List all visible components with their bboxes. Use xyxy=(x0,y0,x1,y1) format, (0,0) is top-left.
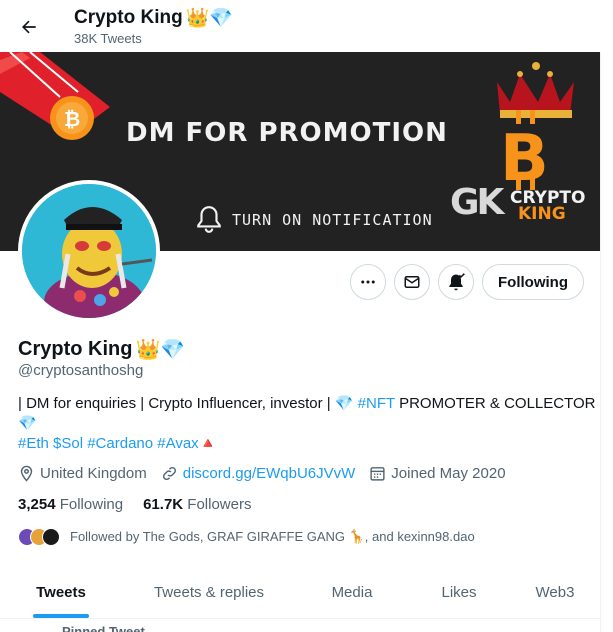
pinned-tweet-label: Pinned Tweet xyxy=(62,624,145,632)
link-icon xyxy=(162,466,176,481)
tab-label: Web3 xyxy=(535,583,575,601)
column-border xyxy=(600,0,601,632)
website-link[interactable]: discord.gg/EWqbU6JVvW xyxy=(183,465,356,482)
profile-name: Crypto King xyxy=(18,338,133,360)
profile-bio: | DM for enquiries | Crypto Influencer, … xyxy=(18,394,598,454)
tweet-count: 38K Tweets xyxy=(74,31,142,46)
arrow-left-icon xyxy=(22,20,36,34)
joined-text: Joined May 2020 xyxy=(391,465,506,482)
banner-notify-text: TURN ON NOTIFICATION xyxy=(232,211,433,229)
back-button[interactable] xyxy=(12,12,46,42)
website: discord.gg/EWqbU6JVvW xyxy=(161,465,356,482)
header-title: Crypto King xyxy=(74,7,183,28)
following-button[interactable]: Following xyxy=(482,264,584,300)
more-dots-icon xyxy=(361,280,375,284)
banner-notify: TURN ON NOTIFICATION xyxy=(196,205,433,235)
tab-label: Tweets & replies xyxy=(153,583,265,601)
tab-label: Tweets xyxy=(36,583,86,601)
envelope-icon xyxy=(404,276,420,288)
followers-count: 61.7K xyxy=(143,496,184,513)
tab-label: Media xyxy=(331,583,373,601)
avatar-art xyxy=(22,184,156,318)
bio-text-1: | DM for enquiries | Crypto Influencer, … xyxy=(18,395,358,412)
bio-hashtags[interactable]: #Eth $Sol #Cardano #Avax xyxy=(18,435,199,452)
avatar[interactable] xyxy=(18,180,160,322)
profile-meta: United Kingdom discord.gg/EWqbU6JVvW Joi… xyxy=(18,465,520,482)
banner-logo-line2: KING xyxy=(518,204,566,224)
bio-hashtag-nft[interactable]: #NFT xyxy=(358,395,395,412)
header-title-row: Crypto King 👑💎 xyxy=(74,6,233,30)
tab-likes[interactable]: Likes xyxy=(408,566,510,618)
tab-media[interactable]: Media xyxy=(296,566,408,618)
following-stat[interactable]: 3,254 Following xyxy=(18,496,123,513)
banner-promo-text: DM FOR PROMOTION xyxy=(126,118,448,148)
followers-label: Followers xyxy=(187,496,252,513)
message-button[interactable] xyxy=(394,264,430,300)
notifications-button[interactable] xyxy=(438,264,474,300)
calendar-icon xyxy=(370,467,385,481)
mini-avatar xyxy=(42,528,60,546)
followed-by-text: Followed by The Gods, GRAF GIRAFFE GANG … xyxy=(70,529,475,544)
bio-end-emoji: 🔺 xyxy=(198,435,218,452)
following-count: 3,254 xyxy=(18,496,56,513)
svg-text:₿: ₿ xyxy=(64,107,80,131)
followed-by[interactable]: Followed by The Gods, GRAF GIRAFFE GANG … xyxy=(18,528,475,546)
followers-stat[interactable]: 61.7K Followers xyxy=(143,496,251,513)
more-options-button[interactable] xyxy=(350,264,386,300)
profile-name-emoji: 👑💎 xyxy=(135,339,186,361)
followed-by-avatars xyxy=(18,528,60,546)
joined-date: Joined May 2020 xyxy=(369,465,506,482)
location-pin-icon xyxy=(20,465,33,482)
location: United Kingdom xyxy=(18,465,147,482)
profile-name-row: Crypto King 👑💎 xyxy=(18,337,185,362)
tab-tweets-replies[interactable]: Tweets & replies xyxy=(122,566,296,618)
profile-tabs: Tweets Tweets & replies Media Likes Web3 xyxy=(0,566,600,618)
svg-text:B: B xyxy=(500,122,549,196)
bell-icon xyxy=(197,206,221,233)
tab-web3[interactable]: Web3 xyxy=(510,566,600,618)
profile-handle: @cryptosanthoshg xyxy=(18,362,144,379)
top-bar: Crypto King 👑💎 38K Tweets xyxy=(0,0,613,52)
tab-label: Likes xyxy=(441,583,477,601)
bell-check-icon xyxy=(449,273,465,291)
banner-logo: CRYPTO KING xyxy=(510,190,585,224)
location-text: United Kingdom xyxy=(40,465,147,482)
following-label: Following xyxy=(59,496,124,513)
tab-tweets[interactable]: Tweets xyxy=(0,566,122,618)
banner-logo-mark: GK xyxy=(450,182,504,223)
tabs-divider xyxy=(0,618,600,619)
profile-stats: 3,254 Following 61.7K Followers xyxy=(18,496,271,513)
header-title-emoji: 👑💎 xyxy=(185,8,234,29)
